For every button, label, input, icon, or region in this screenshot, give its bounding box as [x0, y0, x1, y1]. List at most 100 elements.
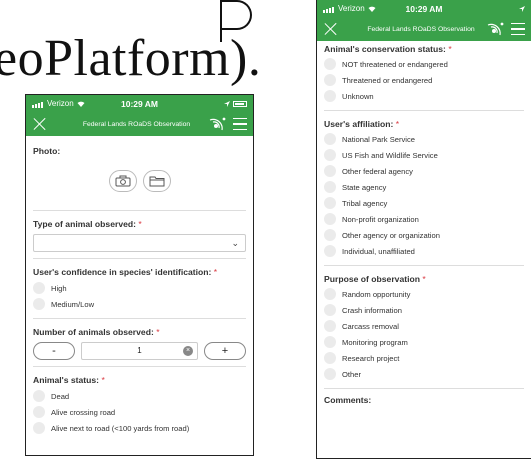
radio-button[interactable]: [33, 406, 45, 418]
affiliation-section: User's affiliation: * National Park Serv…: [324, 111, 524, 266]
radio-option[interactable]: Non-profit organization: [324, 211, 524, 227]
comments-section: Comments:: [324, 389, 524, 411]
option-label: Unknown: [342, 91, 374, 101]
radio-option[interactable]: Research project: [324, 350, 524, 366]
radio-option[interactable]: Monitoring program: [324, 334, 524, 350]
radio-option[interactable]: High: [33, 280, 246, 296]
radio-option[interactable]: Threatened or endangered: [324, 72, 524, 88]
radio-button[interactable]: [324, 336, 336, 348]
radio-option[interactable]: Other: [324, 366, 524, 382]
decrement-button[interactable]: -: [33, 342, 75, 360]
radio-option[interactable]: Alive next to road (<100 yards from road…: [33, 420, 246, 436]
purpose-section: Purpose of observation * Random opportun…: [324, 266, 524, 389]
comments-label: Comments:: [324, 395, 372, 405]
option-label: Other agency or organization: [342, 230, 440, 240]
slide-title: eoPlatform).: [0, 8, 261, 182]
app-title: Federal Lands ROaDS Observation: [367, 25, 475, 33]
confidence-label: User's confidence in species' identifica…: [33, 267, 212, 277]
folder-icon: [149, 176, 164, 187]
radio-button[interactable]: [324, 197, 336, 209]
option-label: Alive next to road (<100 yards from road…: [51, 423, 190, 433]
radio-button[interactable]: [324, 165, 336, 177]
radio-button[interactable]: [324, 149, 336, 161]
radio-option[interactable]: Individual, unaffiliated: [324, 243, 524, 259]
increment-button[interactable]: +: [204, 342, 246, 360]
camera-button[interactable]: [108, 170, 137, 192]
camera-icon: [115, 175, 130, 187]
status-time: 10:29 AM: [120, 98, 158, 109]
status-bar: Verizon 10:29 AM: [317, 0, 531, 17]
close-icon[interactable]: [32, 116, 48, 132]
chevron-down-icon: ⌄: [231, 238, 239, 248]
option-label: Research project: [342, 353, 400, 363]
signal-icon: [323, 4, 335, 13]
hamburger-menu-icon[interactable]: [511, 23, 525, 35]
radio-button[interactable]: [324, 133, 336, 145]
location-arrow-icon: [518, 5, 525, 12]
option-label: Crash information: [342, 305, 402, 315]
app-header: Federal Lands ROaDS Observation: [26, 112, 253, 136]
radio-option[interactable]: National Park Service: [324, 131, 524, 147]
radio-button[interactable]: [324, 368, 336, 380]
animal-type-select[interactable]: ⌄: [33, 234, 246, 252]
radio-option[interactable]: Medium/Low: [33, 296, 246, 312]
radio-button[interactable]: [324, 90, 336, 102]
option-label: State agency: [342, 182, 387, 192]
radio-button[interactable]: [33, 390, 45, 402]
radio-button[interactable]: [33, 282, 45, 294]
radio-option[interactable]: Unknown: [324, 88, 524, 104]
radio-option[interactable]: Tribal agency: [324, 195, 524, 211]
close-icon[interactable]: [323, 21, 339, 37]
required-marker: *: [395, 119, 400, 129]
carrier-label: Verizon: [47, 99, 74, 108]
radio-option[interactable]: US Fish and Wildlife Service: [324, 147, 524, 163]
radio-button[interactable]: [324, 229, 336, 241]
purpose-label: Purpose of observation: [324, 274, 420, 284]
clear-icon[interactable]: ×: [183, 346, 193, 356]
wifi-icon: [77, 101, 85, 107]
radio-option[interactable]: Other agency or organization: [324, 227, 524, 243]
radio-option[interactable]: Carcass removal: [324, 318, 524, 334]
option-label: Alive crossing road: [51, 407, 116, 417]
radio-button[interactable]: [324, 320, 336, 332]
radio-button[interactable]: [324, 74, 336, 86]
option-label: Random opportunity: [342, 289, 411, 299]
gps-satellite-icon[interactable]: [207, 116, 227, 132]
radio-button[interactable]: [324, 245, 336, 257]
required-marker: *: [448, 44, 452, 54]
option-label: Individual, unaffiliated: [342, 246, 415, 256]
radio-option[interactable]: Alive crossing road: [33, 404, 246, 420]
radio-option[interactable]: Random opportunity: [324, 286, 524, 302]
hamburger-menu-icon[interactable]: [233, 118, 247, 130]
radio-option[interactable]: Crash information: [324, 302, 524, 318]
radio-option[interactable]: State agency: [324, 179, 524, 195]
animal-type-label: Type of animal observed:: [33, 219, 136, 229]
animal-status-label: Animal's status:: [33, 375, 100, 385]
radio-button[interactable]: [324, 58, 336, 70]
count-label: Number of animals observed:: [33, 327, 154, 337]
option-label: Monitoring program: [342, 337, 408, 347]
conservation-label: Animal's conservation status:: [324, 44, 446, 54]
count-field[interactable]: 1 ×: [81, 342, 198, 360]
gps-satellite-icon[interactable]: [485, 21, 505, 37]
radio-option[interactable]: Dead: [33, 388, 246, 404]
radio-button[interactable]: [33, 298, 45, 310]
radio-button[interactable]: [33, 422, 45, 434]
radio-button[interactable]: [324, 288, 336, 300]
required-marker: *: [101, 375, 105, 385]
option-label: Non-profit organization: [342, 214, 419, 224]
radio-option[interactable]: Other federal agency: [324, 163, 524, 179]
signal-icon: [32, 99, 44, 108]
radio-button[interactable]: [324, 181, 336, 193]
radio-button[interactable]: [324, 352, 336, 364]
gallery-button[interactable]: [142, 170, 171, 192]
quantity-stepper: - 1 × +: [33, 342, 246, 360]
radio-button[interactable]: [324, 304, 336, 316]
battery-icon: [232, 100, 247, 107]
option-label: National Park Service: [342, 134, 416, 144]
radio-button[interactable]: [324, 213, 336, 225]
carrier-label: Verizon: [338, 4, 365, 13]
radio-option[interactable]: NOT threatened or endangered: [324, 56, 524, 72]
location-arrow-icon: [223, 100, 230, 107]
status-time: 10:29 AM: [405, 3, 443, 14]
